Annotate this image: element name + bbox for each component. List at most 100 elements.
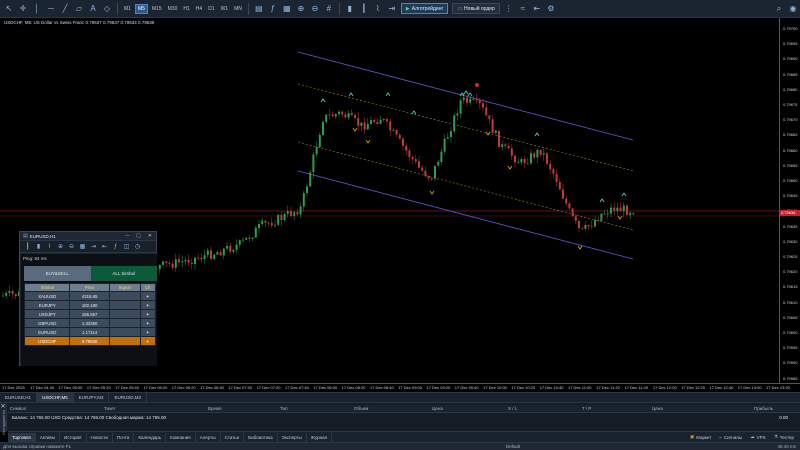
cursor-icon[interactable]: ↖ xyxy=(3,3,15,15)
status-profile[interactable]: Default xyxy=(506,444,520,449)
timeframe-m1[interactable]: M1 xyxy=(122,4,133,14)
symbol-panel-window[interactable]: ▤ EURUSD,H1 ─ ▢ ✕ ┃ ▮ ⌇ ⊕ ⊖ ▦ ⇥ ⇤ ƒ ◫ ◷ … xyxy=(19,231,157,366)
toolbox-tab[interactable]: Торговля xyxy=(8,432,36,442)
terminal-side-handle[interactable]: ✕ Инструменты xyxy=(0,403,7,435)
toolbox-tab[interactable]: Алерты xyxy=(196,432,221,442)
close-icon[interactable]: ✕ xyxy=(148,233,152,239)
symbol-row[interactable]: XAUUSD 4316.65 + xyxy=(23,291,157,301)
chart-tab[interactable]: EURJPY,M3 xyxy=(74,393,110,402)
autoscroll-icon[interactable]: ⇥ xyxy=(89,242,98,251)
toolbox-tab[interactable]: Эксперты xyxy=(278,432,307,442)
column-header[interactable]: Прибыль xyxy=(754,406,773,411)
all-symbol-tab[interactable]: ALL Simbol xyxy=(90,266,157,281)
chart-tab[interactable]: EURUSD,H1 xyxy=(0,393,38,402)
shapes-icon[interactable]: ◇ xyxy=(101,3,113,15)
symbol-row[interactable]: USDCHF 0.79636 + xyxy=(23,336,157,346)
timeframe-w1[interactable]: W1 xyxy=(219,4,231,14)
column-header[interactable]: Объем xyxy=(354,406,368,411)
close-icon[interactable]: ✕ xyxy=(0,403,6,410)
column-header[interactable]: T / P xyxy=(582,406,591,411)
candles-icon[interactable]: ▮ xyxy=(34,242,43,251)
line-chart-icon[interactable]: ⌇ xyxy=(372,3,384,15)
templates-icon[interactable]: ▦ xyxy=(281,3,293,15)
timeframe-m5[interactable]: M5 xyxy=(134,3,148,14)
zoom-out-icon[interactable]: ⊖ xyxy=(309,3,321,15)
timeframe-m30[interactable]: M30 xyxy=(166,4,180,14)
toolbox-tab[interactable]: Почта xyxy=(113,432,135,442)
horizontal-line-icon[interactable]: ─ xyxy=(45,3,57,15)
chart-tab[interactable]: USDCHF,M5 xyxy=(37,393,74,402)
toolbox-tab[interactable]: Активы xyxy=(36,432,61,442)
toolbox-tab[interactable]: Библиотека xyxy=(244,432,278,442)
properties-icon[interactable]: ⚙ xyxy=(545,3,557,15)
column-header[interactable]: Цена xyxy=(652,406,663,411)
toolbox-tab[interactable]: Компания xyxy=(166,432,196,442)
symbol-chart-button[interactable]: + xyxy=(139,327,157,337)
toolbox-link[interactable]: ▣ Маркет xyxy=(690,434,712,440)
zoom-out-icon[interactable]: ⊖ xyxy=(67,242,76,251)
column-header[interactable]: Символ xyxy=(10,406,26,411)
crosshair-icon[interactable]: ✛ xyxy=(17,3,29,15)
depth-of-market-icon[interactable]: ⋮ xyxy=(503,3,515,15)
toolbox-tab[interactable]: Новости xyxy=(87,432,113,442)
toolbox-tab[interactable]: Статьи xyxy=(221,432,245,442)
price-axis[interactable]: 0.79700 0.79695 0.79690 0.79685 0.79680 0.796… xyxy=(779,18,800,383)
indicators-icon[interactable]: ƒ xyxy=(267,3,279,15)
zoom-in-icon[interactable]: ⊕ xyxy=(56,242,65,251)
bars-icon[interactable]: ┃ xyxy=(23,242,32,251)
text-icon[interactable]: A xyxy=(87,3,99,15)
new-order-button[interactable]: ▭ Новый ордер xyxy=(452,3,500,14)
toolbox-link[interactable]: ☁ VPS xyxy=(750,434,766,440)
chart-tab[interactable]: EURUSD,M3 xyxy=(109,393,147,402)
panel-titlebar[interactable]: ▤ EURUSD,H1 ─ ▢ ✕ xyxy=(20,232,156,241)
indicators-icon[interactable]: ƒ xyxy=(111,242,120,251)
chart-shift-icon[interactable]: ⇤ xyxy=(100,242,109,251)
toolbox-tab[interactable]: История xyxy=(60,432,87,442)
symbol-row[interactable]: USDJPY 155.557 + xyxy=(23,309,157,319)
time-axis[interactable]: 17 Dec 2025 17 Dec 04:40 17 Dec 05:00 17 De… xyxy=(0,383,800,392)
toolbox-link[interactable]: ⚗ Тестер xyxy=(774,434,794,440)
timeframe-h1[interactable]: H1 xyxy=(181,4,191,14)
symbol-chart-button[interactable]: + xyxy=(139,291,157,301)
objects-icon[interactable]: ◫ xyxy=(122,242,131,251)
toolbox-tab[interactable]: Календарь xyxy=(134,432,167,442)
grid-icon[interactable]: ▦ xyxy=(78,242,87,251)
timeframe-m15[interactable]: M15 xyxy=(150,4,164,14)
symbol-row[interactable]: GBPUSD 1.33350 + xyxy=(23,318,157,328)
timeframe-icon[interactable]: ◷ xyxy=(133,242,142,251)
symbol-chart-button[interactable]: + xyxy=(139,300,157,310)
toolbox-link[interactable]: ≈ Сигналы xyxy=(719,435,742,440)
maximize-icon[interactable]: ▢ xyxy=(136,233,141,239)
minimize-icon[interactable]: ─ xyxy=(126,233,130,239)
chart-type-icon[interactable]: ▤ xyxy=(253,3,265,15)
column-header[interactable]: Тип xyxy=(280,406,288,411)
column-header[interactable]: Тикет xyxy=(104,406,116,411)
symbol-row[interactable]: EURJPY 182.180 + xyxy=(23,300,157,310)
column-header[interactable]: Время xyxy=(208,406,222,411)
symbol-chart-button[interactable]: + xyxy=(139,309,157,319)
column-header[interactable]: S / L xyxy=(508,406,517,411)
chart-shift-icon[interactable]: ⇤ xyxy=(531,3,543,15)
timeframe-d1[interactable]: D1 xyxy=(206,4,216,14)
timeframe-h4[interactable]: H4 xyxy=(194,4,204,14)
column-header[interactable]: Цена xyxy=(432,406,443,411)
vertical-line-icon[interactable]: │ xyxy=(31,3,43,15)
balance-row[interactable]: Баланс: 14 765.00 USD Средства: 14 765.0… xyxy=(8,414,800,422)
trendline-icon[interactable]: ╱ xyxy=(59,3,71,15)
community-icon[interactable]: ◉ xyxy=(787,3,799,15)
algo-trading-button[interactable]: ▶ Алготрейдинг xyxy=(400,3,449,14)
symbol-row[interactable]: EURUSD 1.17114 + xyxy=(23,327,157,337)
line-chart-icon[interactable]: ⌇ xyxy=(45,242,54,251)
search-icon[interactable]: ⌕ xyxy=(773,3,785,15)
timeframe-mn[interactable]: MN xyxy=(232,4,244,14)
channel-icon[interactable]: ▱ xyxy=(73,3,85,15)
candles-icon[interactable]: ▮ xyxy=(344,3,356,15)
autoscroll-icon[interactable]: ⇥ xyxy=(386,3,398,15)
signals-icon[interactable]: ≈ xyxy=(517,3,529,15)
bars-icon[interactable]: ┃ xyxy=(358,3,370,15)
symbol-chart-button[interactable]: + xyxy=(139,336,157,346)
toolbox-tab[interactable]: Журнал xyxy=(307,432,333,442)
zoom-in-icon[interactable]: ⊕ xyxy=(295,3,307,15)
buy-sell-tab[interactable]: BUY&SELL xyxy=(24,266,91,281)
symbol-chart-button[interactable]: + xyxy=(139,318,157,328)
